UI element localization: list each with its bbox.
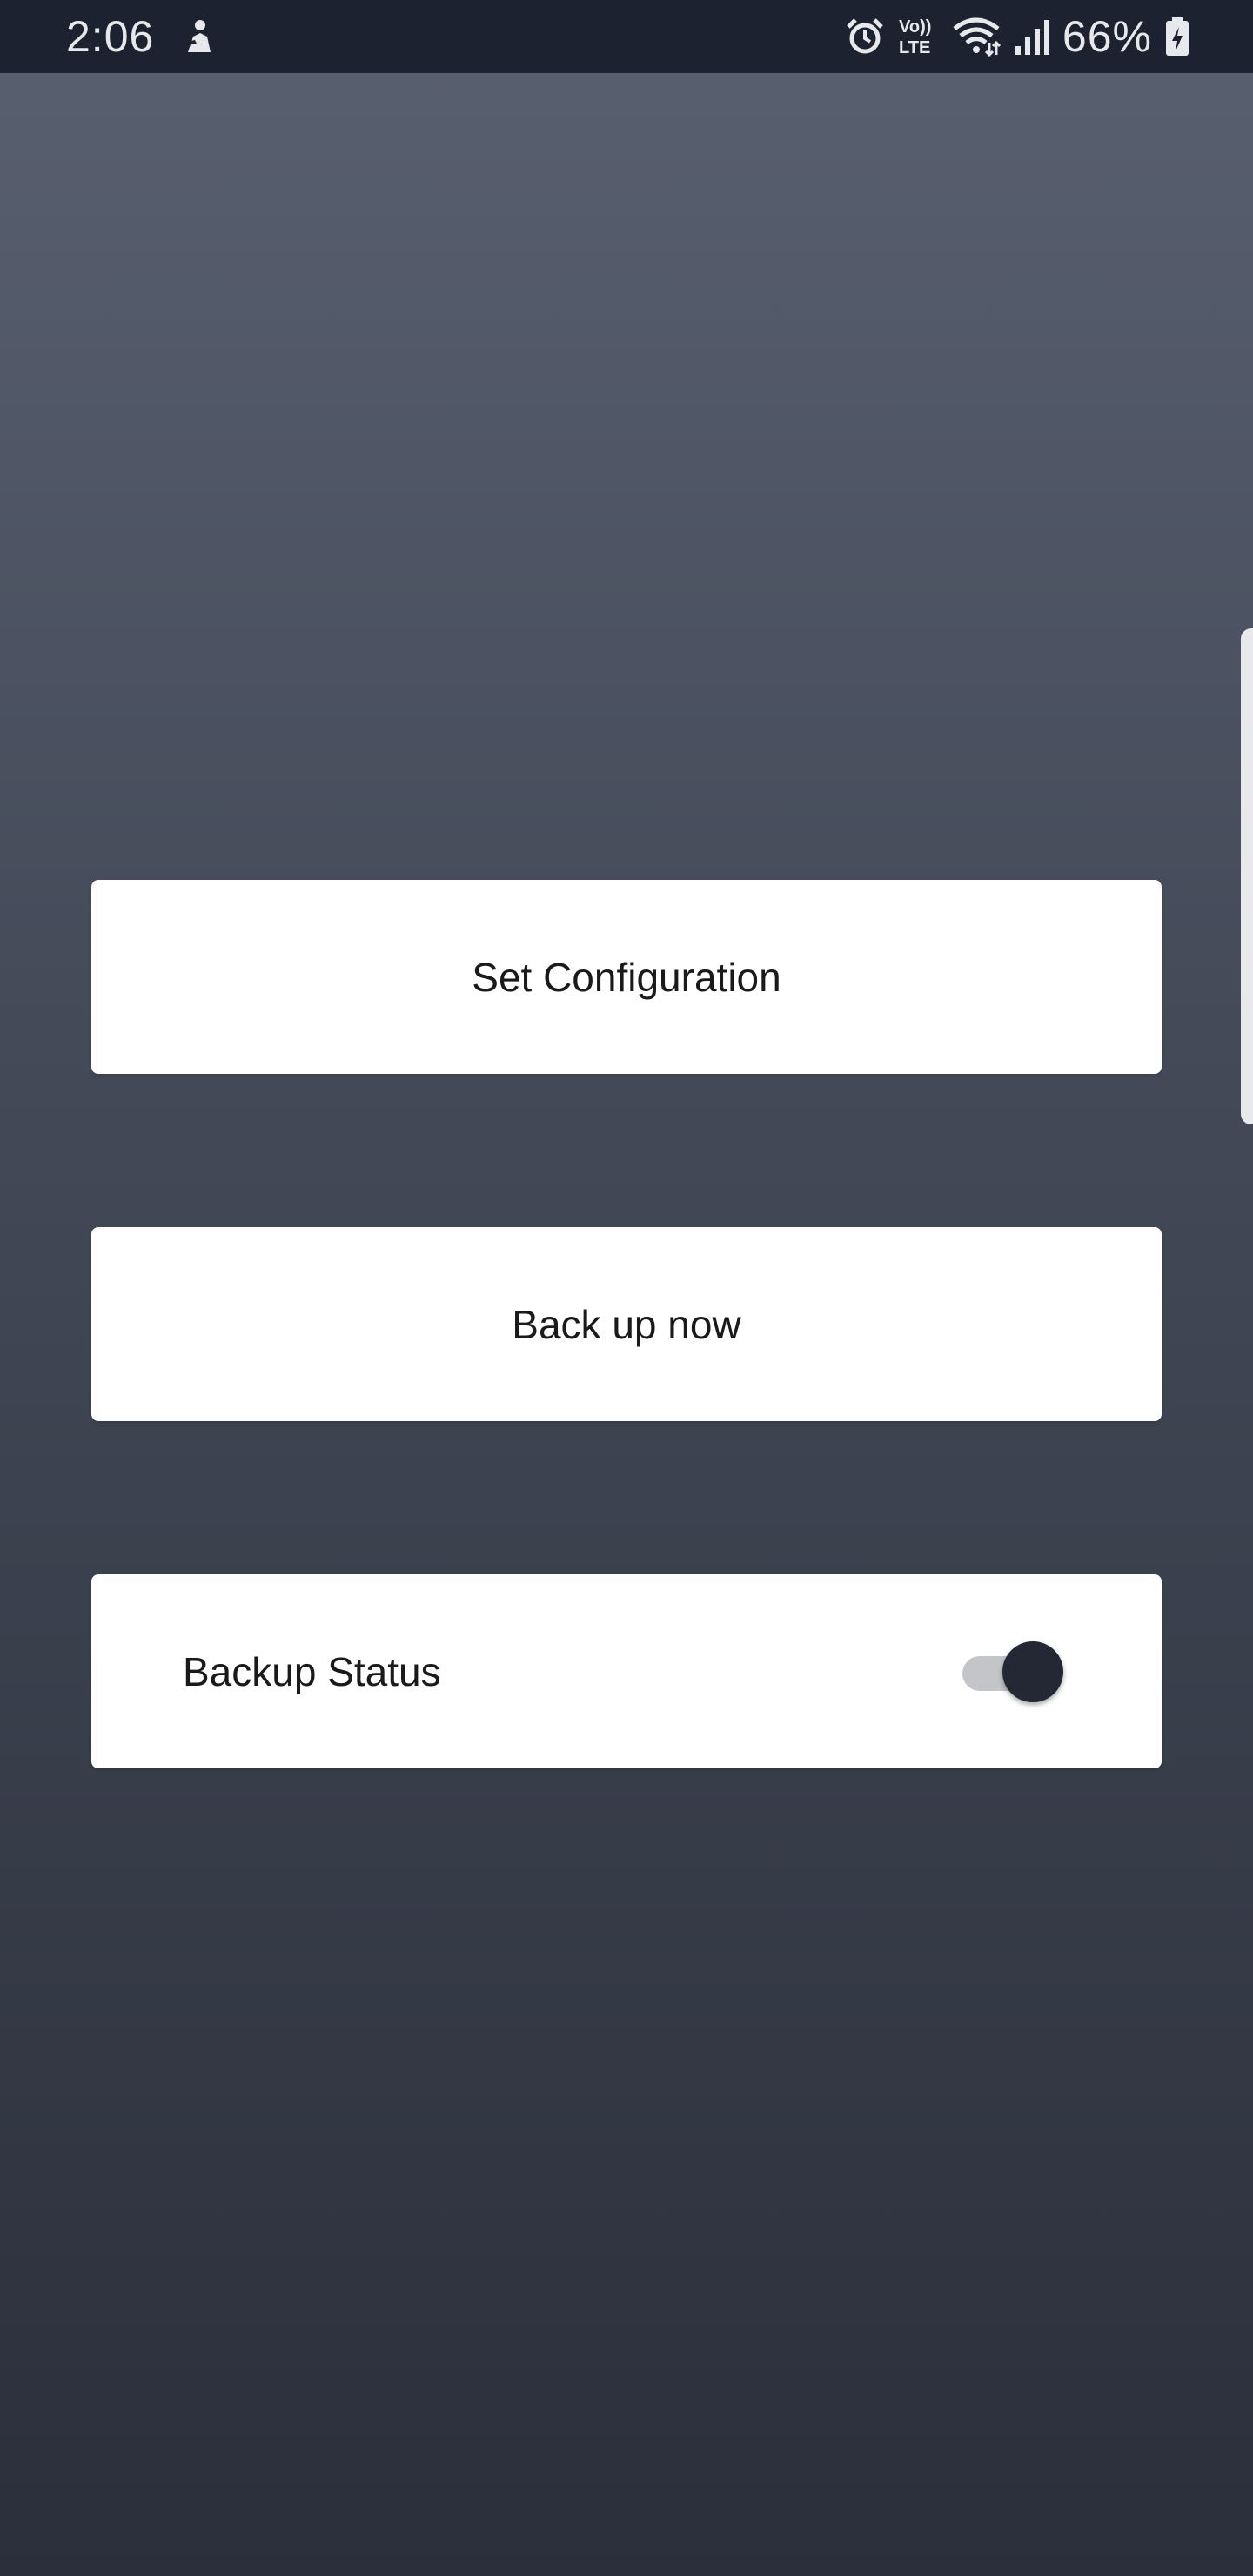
status-time: 2:06	[66, 12, 155, 61]
notification-icon	[186, 20, 211, 52]
set-configuration-button[interactable]: Set Configuration	[91, 880, 1162, 1074]
back-up-now-button[interactable]: Back up now	[91, 1227, 1162, 1421]
toggle-thumb	[1002, 1641, 1063, 1702]
backup-status-label: Backup Status	[183, 1648, 441, 1694]
back-up-now-label: Back up now	[512, 1301, 741, 1347]
edge-panel-handle[interactable]	[1241, 628, 1253, 1124]
alarm-icon	[847, 18, 883, 54]
volte-icon: Vo)) LTE	[899, 17, 931, 57]
status-icons: Vo)) LTE 66%	[845, 10, 1190, 63]
signal-icon	[1015, 20, 1049, 55]
volte-bottom-text: LTE	[899, 38, 930, 57]
set-configuration-label: Set Configuration	[472, 954, 781, 1000]
status-bar: 2:06 Vo)) LTE 66%	[0, 0, 1253, 73]
battery-percent: 66%	[1062, 12, 1152, 61]
battery-icon	[1166, 17, 1189, 56]
backup-status-card: Backup Status	[91, 1574, 1162, 1768]
volte-top-text: Vo))	[899, 17, 931, 37]
wifi-icon	[953, 17, 1001, 57]
backup-status-toggle[interactable]	[962, 1641, 1065, 1702]
